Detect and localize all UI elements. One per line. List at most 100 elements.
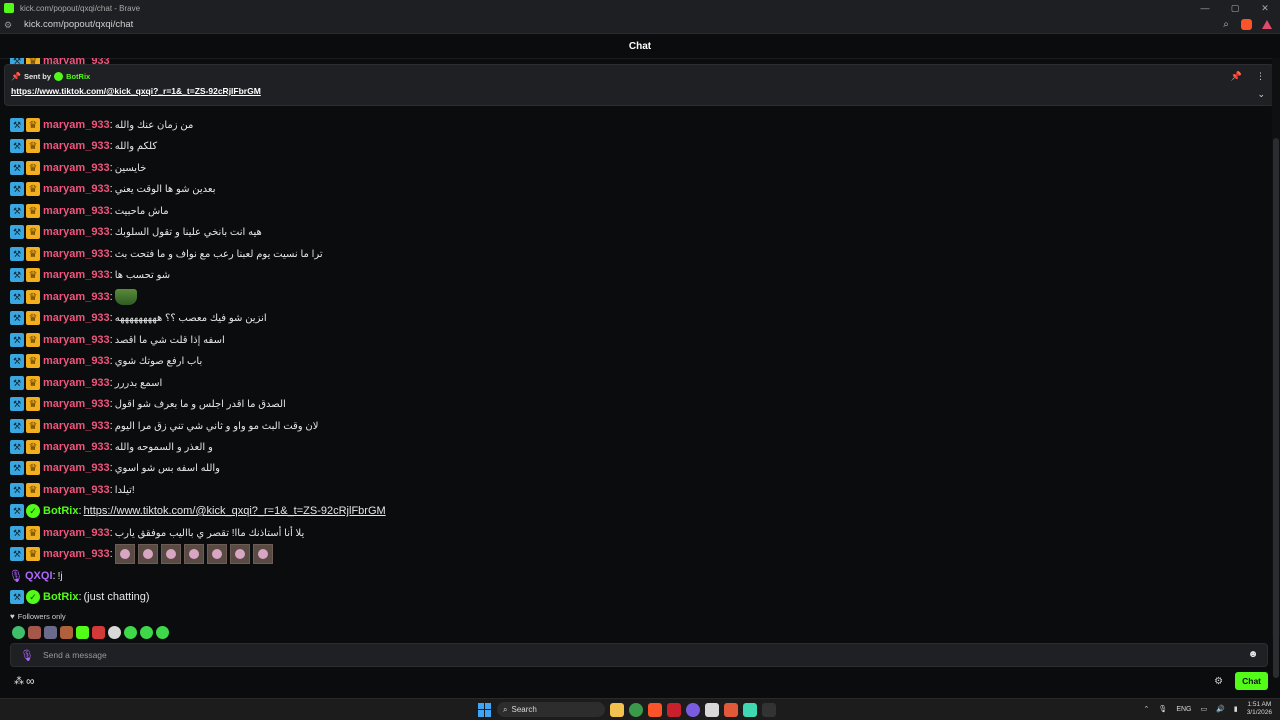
emoji-picker-icon[interactable]: ☻	[1247, 649, 1259, 661]
site-settings-icon[interactable]: ⚙	[4, 20, 16, 30]
emote-icon[interactable]	[124, 626, 137, 639]
username[interactable]: maryam_933	[43, 441, 110, 453]
chat-message: ⚒ ✓ BotRix: https://www.tiktok.com/@kick_…	[10, 501, 386, 521]
username[interactable]: maryam_933	[43, 140, 110, 152]
message-text: ترا ما نسيت يوم لعبنا رعب مع نواف و ما ف…	[114, 248, 323, 260]
username[interactable]: maryam_933	[43, 334, 110, 346]
emote-icon[interactable]	[108, 626, 121, 639]
pink-emote-icon[interactable]	[114, 544, 135, 564]
pinned-author[interactable]: BotRix	[66, 72, 90, 81]
volume-icon[interactable]: 🔊	[1216, 705, 1225, 713]
message-input[interactable]	[42, 650, 1247, 660]
maximize-button[interactable]: ▢	[1220, 0, 1250, 16]
username[interactable]: maryam_933	[43, 291, 110, 303]
brave-shields-icon[interactable]	[1241, 19, 1252, 30]
moderator-badge-icon: ⚒	[10, 333, 24, 347]
brave-window-icon[interactable]	[724, 702, 738, 717]
chat-message: ⚒ ♛ maryam_933: الصدق ما اقدر اجلس و ما ب…	[10, 394, 286, 414]
username[interactable]: maryam_933	[43, 484, 110, 496]
discord-icon[interactable]	[686, 702, 700, 717]
message-link[interactable]: https://www.tiktok.com/@kick_qxqi?_r=1&_…	[84, 505, 386, 517]
username[interactable]: maryam_933	[43, 269, 110, 281]
chat-message: ⚒ ♛ maryam_933: يلا أنا أستاذنك ماا! تقصر…	[10, 523, 304, 543]
bottom-left-controls: ⁂ ∞	[14, 674, 35, 688]
file-explorer-icon[interactable]	[610, 702, 624, 717]
network-icon[interactable]: ▭	[1200, 705, 1207, 713]
windows-start-icon[interactable]	[478, 702, 492, 717]
pink-emote-icon[interactable]	[137, 544, 158, 564]
username[interactable]: maryam_933	[43, 548, 110, 560]
language-indicator[interactable]: ENG	[1176, 706, 1191, 713]
username[interactable]: maryam_933	[43, 527, 110, 539]
moderator-badge-icon: ⚒	[10, 440, 24, 454]
username[interactable]: maryam_933	[43, 248, 110, 260]
pinned-link[interactable]: https://www.tiktok.com/@kick_qxqi?_r=1&_…	[11, 86, 261, 96]
brave-icon[interactable]	[648, 702, 662, 717]
emote-icon[interactable]	[60, 626, 73, 639]
emote-icon[interactable]	[156, 626, 169, 639]
clock[interactable]: 1:51 AM 3/1/2026	[1247, 701, 1272, 717]
pink-emote-icon[interactable]	[252, 544, 273, 564]
emote-icon[interactable]	[12, 626, 25, 639]
app-icon[interactable]	[743, 702, 757, 717]
url-field[interactable]: kick.com/popout/qxqi/chat	[24, 19, 133, 30]
emote-icon[interactable]	[76, 626, 89, 639]
kick-points-icon[interactable]: ⁂	[14, 676, 24, 687]
chevron-up-icon[interactable]: ⌃	[1144, 705, 1150, 713]
username[interactable]: maryam_933	[43, 226, 110, 238]
emote-icon[interactable]	[140, 626, 153, 639]
chat-settings-icon[interactable]: ⚙	[1214, 676, 1223, 687]
username[interactable]: BotRix	[43, 505, 78, 517]
message-text: انزين شو فيك معصب ؟؟ هههههههههه	[114, 312, 267, 324]
moderator-badge-icon: ⚒	[10, 590, 24, 604]
username[interactable]: maryam_933	[43, 183, 110, 195]
username[interactable]: QXQI	[25, 570, 53, 582]
moderator-badge-icon: ⚒	[10, 139, 24, 153]
username[interactable]: maryam_933	[43, 312, 110, 324]
username[interactable]: maryam_933	[43, 355, 110, 367]
chat-messages[interactable]: ⚒ ♛ maryam_933 ⚒ ♛ maryam_933: من زمان عن…	[0, 58, 1272, 608]
crown-badge-icon: ♛	[26, 376, 40, 390]
username[interactable]: maryam_933	[43, 462, 110, 474]
send-chat-button[interactable]: Chat	[1235, 672, 1268, 690]
chevron-down-icon[interactable]: ⌄	[1257, 89, 1265, 100]
chat-scrollbar[interactable]	[1272, 58, 1280, 678]
boat-emote-icon[interactable]	[114, 289, 137, 305]
microphone-tray-icon[interactable]: 🎙	[1158, 705, 1167, 713]
username[interactable]: BotRix	[43, 591, 78, 603]
username[interactable]: maryam_933	[43, 398, 110, 410]
pink-emote-icon[interactable]	[206, 544, 227, 564]
username[interactable]: maryam_933	[43, 420, 110, 432]
zoom-icon[interactable]: ⌕	[1221, 19, 1231, 30]
close-button[interactable]: ✕	[1250, 0, 1280, 16]
chrome-icon[interactable]	[629, 702, 643, 717]
obs-icon[interactable]	[762, 702, 776, 717]
more-options-icon[interactable]: ⋮	[1256, 71, 1265, 82]
brave-rewards-icon[interactable]	[1262, 20, 1272, 29]
pink-emote-icon[interactable]	[160, 544, 181, 564]
username[interactable]: maryam_933	[43, 205, 110, 217]
capcut-icon[interactable]	[705, 702, 719, 717]
unpin-icon[interactable]: 📌	[1231, 71, 1242, 82]
message-text: ماش ماحبيت	[114, 205, 169, 217]
message-text: اسفه إذا قلت شي ما اقصد	[114, 334, 225, 346]
emote-icon[interactable]	[92, 626, 105, 639]
scrollbar-thumb[interactable]	[1273, 138, 1279, 678]
battery-icon[interactable]: ▮	[1234, 705, 1238, 713]
chat-message: ⚒ ♛ maryam_933:	[10, 544, 273, 564]
username[interactable]: maryam_933	[43, 119, 110, 131]
message-text: خايسين	[114, 162, 147, 174]
emote-icon[interactable]	[28, 626, 41, 639]
minimize-button[interactable]: —	[1190, 0, 1220, 16]
taskbar-search[interactable]: ⌕ Search	[497, 702, 605, 717]
username[interactable]: maryam_933	[43, 377, 110, 389]
pink-emote-icon[interactable]	[229, 544, 250, 564]
adobe-icon[interactable]	[667, 702, 681, 717]
emote-icon[interactable]	[44, 626, 57, 639]
chat-message: ⚒ ♛ maryam_933: من زمان عنك والله	[10, 115, 193, 135]
pinned-message: 📌 Sent by BotRix https://www.tiktok.com/…	[4, 64, 1274, 106]
username[interactable]: maryam_933	[43, 162, 110, 174]
pink-emote-icon[interactable]	[183, 544, 204, 564]
message-text: اسمع بدررر	[114, 377, 163, 389]
crown-badge-icon: ♛	[26, 118, 40, 132]
